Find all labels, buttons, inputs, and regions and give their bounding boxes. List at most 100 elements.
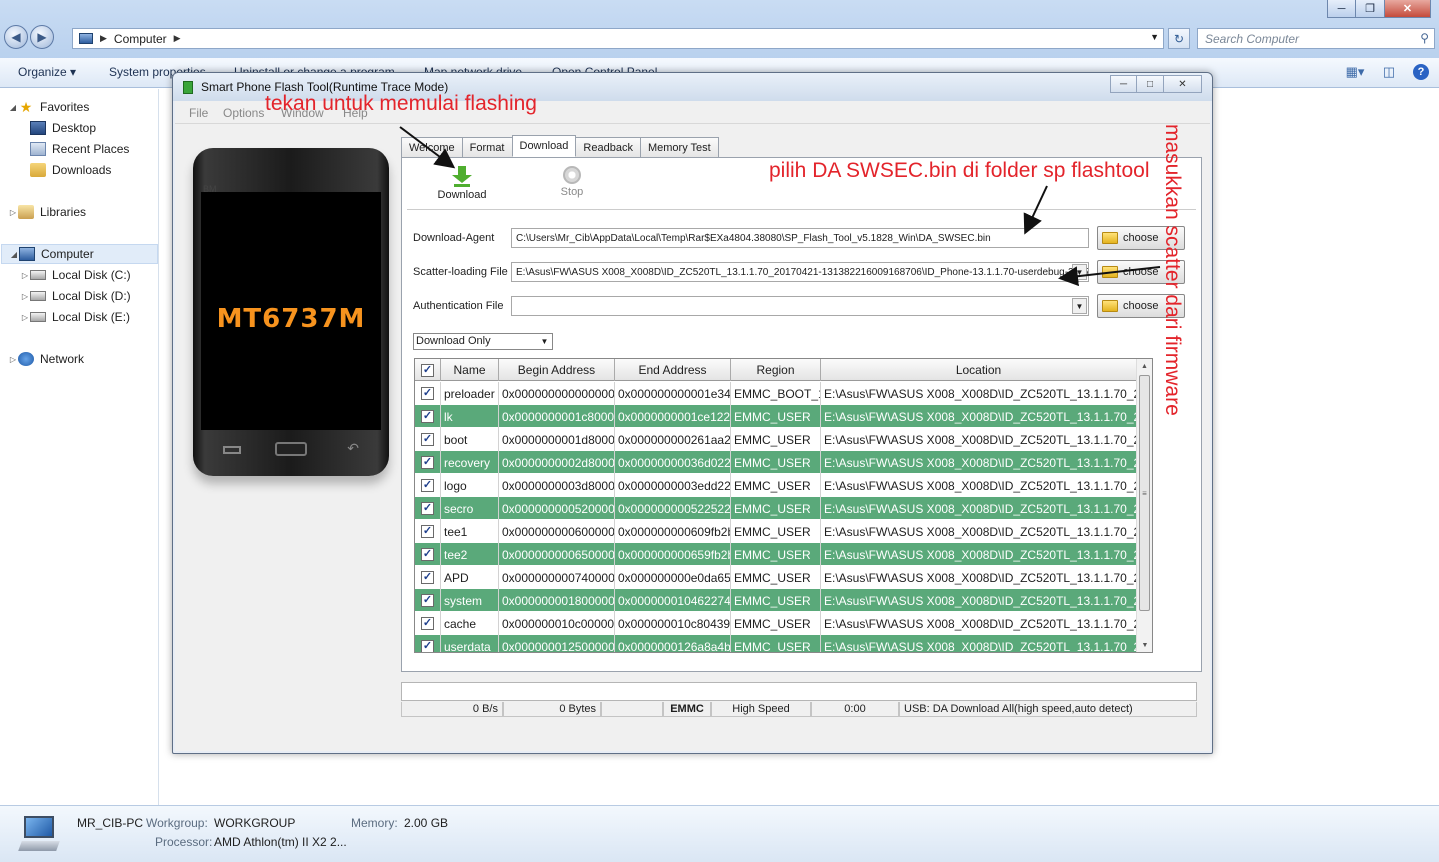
table-row[interactable]: ✓ logo 0x0000000003d80000 0x0000000003edd22… — [415, 474, 1137, 497]
minimize-button[interactable]: ─ — [1327, 0, 1356, 18]
nav-computer[interactable]: ◢ Computer — [1, 244, 158, 264]
expand-icon[interactable]: ◢ — [9, 250, 19, 259]
auth-file-combo[interactable]: ▼ — [511, 296, 1089, 316]
row-checkbox[interactable]: ✓ — [415, 405, 441, 428]
minimize-button[interactable]: ─ — [1110, 75, 1137, 93]
row-checkbox[interactable]: ✓ — [415, 589, 441, 612]
table-row[interactable]: ✓ recovery 0x0000000002d80000 0x00000000036… — [415, 451, 1137, 474]
breadcrumb[interactable]: Computer — [114, 32, 167, 46]
tab-readback[interactable]: Readback — [575, 137, 641, 157]
search-input[interactable]: Search Computer ⚲ — [1197, 28, 1435, 49]
row-checkbox[interactable]: ✓ — [415, 382, 441, 405]
table-row[interactable]: ✓ cache 0x000000010c000000 0x000000010c8043… — [415, 612, 1137, 635]
status-empty — [601, 702, 663, 717]
download-button[interactable]: Download — [427, 166, 497, 201]
expand-icon[interactable]: ◢ — [8, 103, 18, 112]
nav-desktop[interactable]: Desktop — [30, 118, 96, 138]
nav-network[interactable]: ▷ Network — [8, 349, 84, 369]
table-row[interactable]: ✓ secro 0x0000000005200000 0x00000000052252… — [415, 497, 1137, 520]
table-row[interactable]: ✓ userdata 0x0000000125000000 0x0000000126a… — [415, 635, 1137, 652]
scroll-up-icon[interactable]: ▲ — [1137, 359, 1152, 373]
chevron-down-icon[interactable]: ▼ — [1072, 298, 1087, 314]
scatter-file-combo[interactable]: E:\Asus\FW\ASUS X008_X008D\ID_ZC520TL_13… — [511, 262, 1089, 282]
nav-libraries[interactable]: ▷ Libraries — [8, 202, 86, 222]
nav-favorites[interactable]: ◢ ★ Favorites — [8, 97, 89, 117]
back-arrow-icon[interactable]: ◀ — [4, 25, 28, 49]
table-row[interactable]: ✓ preloader 0x0000000000000000 0x0000000000… — [415, 382, 1137, 405]
expand-icon[interactable]: ▷ — [8, 355, 18, 364]
stop-button[interactable]: Stop — [537, 166, 607, 198]
header-name[interactable]: Name — [441, 359, 499, 381]
menu-file[interactable]: File — [189, 106, 208, 120]
row-checkbox[interactable]: ✓ — [415, 497, 441, 520]
nav-disk-c[interactable]: ▷ Local Disk (C:) — [20, 265, 131, 285]
close-button[interactable]: ✕ — [1385, 0, 1431, 18]
nav-disk-d[interactable]: ▷ Local Disk (D:) — [20, 286, 131, 306]
region-cell: EMMC_USER — [731, 566, 821, 589]
status-usb: USB: DA Download All(high speed,auto det… — [899, 702, 1197, 717]
begin-address-cell: 0x0000000001d80000 — [499, 428, 615, 451]
breadcrumb-separator-icon[interactable]: ▶ — [100, 33, 107, 44]
tab-download[interactable]: Download — [511, 135, 577, 157]
nav-downloads[interactable]: Downloads — [30, 160, 111, 180]
row-checkbox[interactable]: ✓ — [415, 428, 441, 451]
breadcrumb-separator-icon[interactable]: ▶ — [174, 33, 181, 44]
annotation-insert-scatter: masukkan scatter dari firmware — [1161, 124, 1184, 416]
table-row[interactable]: ✓ boot 0x0000000001d80000 0x000000000261aa2… — [415, 428, 1137, 451]
table-scrollbar[interactable]: ▲ ≡ ▼ — [1136, 359, 1152, 652]
row-checkbox[interactable]: ✓ — [415, 520, 441, 543]
select-all-checkbox[interactable]: ✓ — [415, 359, 441, 381]
search-icon[interactable]: ⚲ — [1420, 31, 1429, 45]
tab-welcome[interactable]: Welcome — [401, 137, 463, 157]
download-mode-select[interactable]: Download Only ▼ — [413, 333, 553, 350]
row-checkbox[interactable]: ✓ — [415, 451, 441, 474]
expand-icon[interactable]: ▷ — [20, 292, 30, 301]
row-checkbox[interactable]: ✓ — [415, 543, 441, 566]
chevron-down-icon[interactable]: ▼ — [1072, 264, 1087, 280]
row-checkbox[interactable]: ✓ — [415, 474, 441, 497]
table-row[interactable]: ✓ tee2 0x0000000006500000 0x000000000659fb2… — [415, 543, 1137, 566]
close-button[interactable]: ✕ — [1164, 75, 1202, 93]
download-agent-row: Download-Agent C:\Users\Mr_Cib\AppData\L… — [407, 226, 1186, 250]
choose-label: choose — [1123, 232, 1159, 244]
expand-icon[interactable]: ▷ — [20, 271, 30, 280]
tab-format[interactable]: Format — [461, 137, 513, 157]
download-agent-field[interactable]: C:\Users\Mr_Cib\AppData\Local\Temp\Rar$E… — [511, 228, 1089, 248]
partition-name-cell: tee1 — [441, 520, 499, 543]
row-checkbox[interactable]: ✓ — [415, 566, 441, 589]
help-icon[interactable]: ? — [1413, 64, 1429, 80]
table-row[interactable]: ✓ APD 0x0000000007400000 0x000000000e0da657… — [415, 566, 1137, 589]
change-view-icon[interactable]: ▦▾ — [1345, 63, 1365, 81]
row-checkbox[interactable]: ✓ — [415, 612, 441, 635]
address-bar[interactable]: ▶ Computer ▶ ▼ — [72, 28, 1164, 49]
chevron-down-icon[interactable]: ▼ — [1150, 32, 1159, 42]
table-row[interactable]: ✓ lk 0x0000000001c80000 0x0000000001ce122b E… — [415, 405, 1137, 428]
menu-options[interactable]: Options — [223, 106, 264, 120]
row-checkbox[interactable]: ✓ — [415, 635, 441, 652]
download-mode-value: Download Only — [416, 335, 491, 347]
maximize-button[interactable]: □ — [1137, 75, 1164, 93]
expand-icon[interactable]: ▷ — [8, 208, 18, 217]
nav-disk-e[interactable]: ▷ Local Disk (E:) — [20, 307, 130, 327]
nav-recent-places[interactable]: Recent Places — [30, 139, 129, 159]
header-end-address[interactable]: End Address — [615, 359, 731, 381]
scroll-thumb[interactable]: ≡ — [1139, 375, 1150, 611]
scroll-down-icon[interactable]: ▼ — [1137, 638, 1152, 652]
chevron-down-icon[interactable]: ▼ — [538, 335, 551, 348]
forward-arrow-icon[interactable]: ▶ — [30, 25, 54, 49]
organize-menu[interactable]: Organize ▾ — [18, 65, 76, 79]
table-row[interactable]: ✓ system 0x0000000018000000 0x0000000104622… — [415, 589, 1137, 612]
libraries-icon — [18, 205, 34, 219]
refresh-button[interactable]: ↻ — [1168, 28, 1190, 49]
download-label: Download — [437, 189, 487, 201]
tab-memory-test[interactable]: Memory Test — [639, 137, 719, 157]
header-region[interactable]: Region — [731, 359, 821, 381]
preview-pane-icon[interactable]: ◫ — [1379, 63, 1399, 81]
maximize-button[interactable]: ❐ — [1356, 0, 1385, 18]
nav-label: Downloads — [52, 163, 112, 177]
header-location[interactable]: Location — [821, 359, 1137, 381]
tab-bar: Welcome Format Download Readback Memory … — [401, 135, 719, 157]
table-row[interactable]: ✓ tee1 0x0000000006000000 0x000000000609fb2… — [415, 520, 1137, 543]
expand-icon[interactable]: ▷ — [20, 313, 30, 322]
header-begin-address[interactable]: Begin Address — [499, 359, 615, 381]
